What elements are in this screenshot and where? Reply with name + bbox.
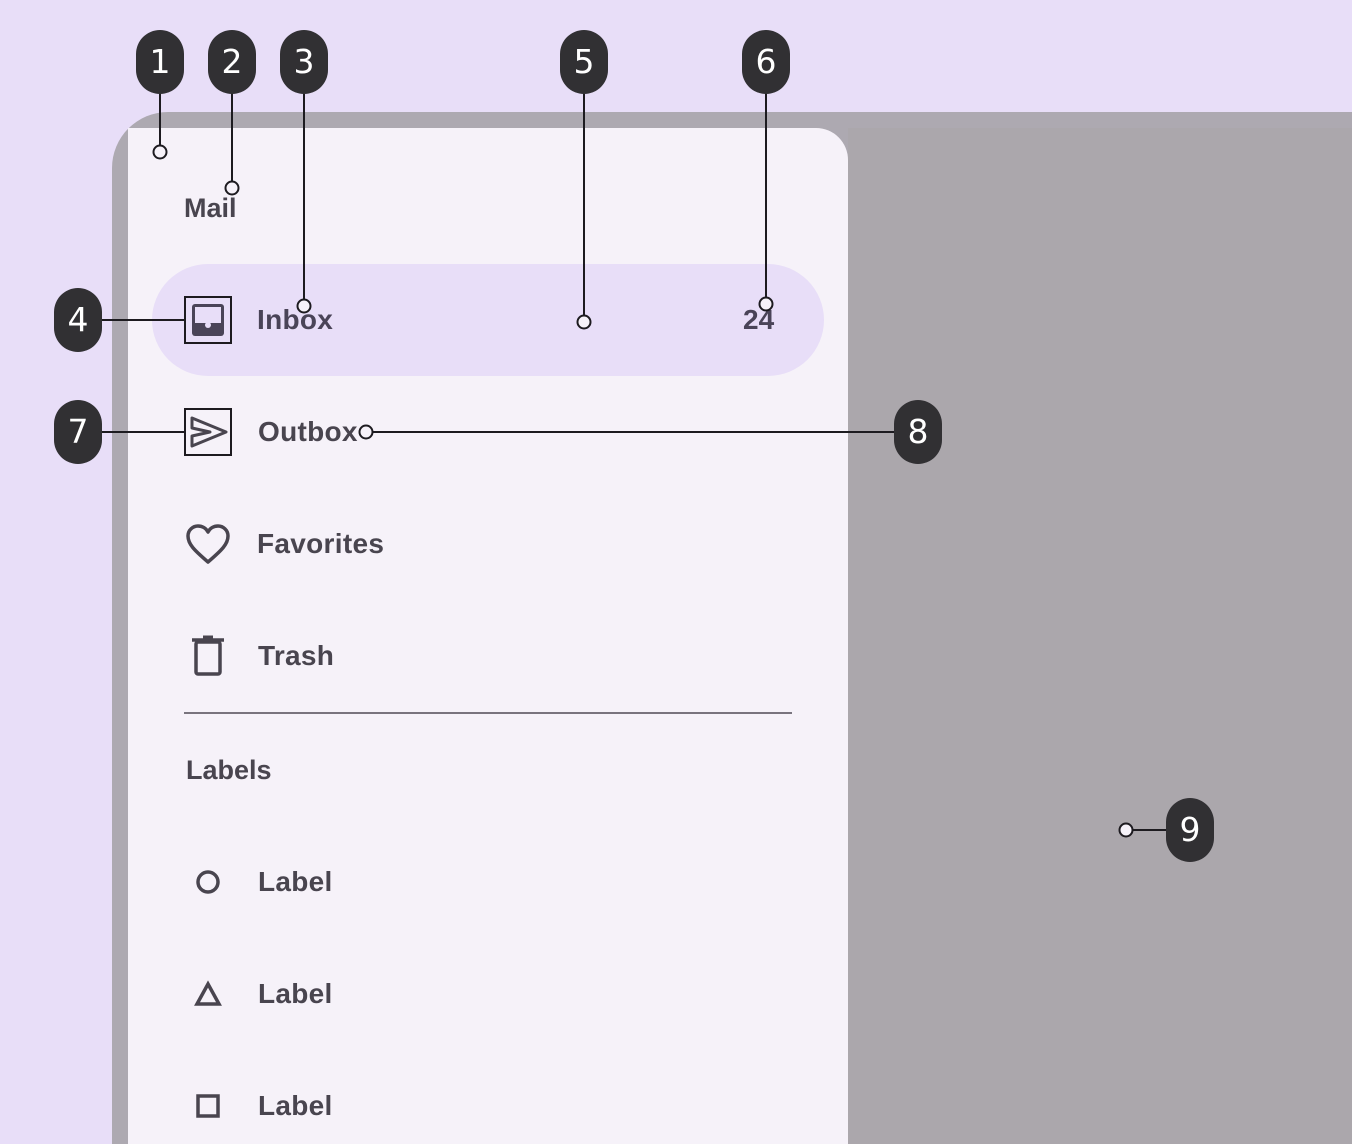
callout-4: 4	[54, 288, 102, 352]
callout-5: 5	[560, 30, 608, 94]
callout-2: 2	[208, 30, 256, 94]
callout-1: 1	[136, 30, 184, 94]
callout-9: 9	[1166, 798, 1214, 862]
annotation-lines	[100, 92, 1166, 838]
callout-3: 3	[280, 30, 328, 94]
callout-6: 6	[742, 30, 790, 94]
callout-7: 7	[54, 400, 102, 464]
callout-8: 8	[894, 400, 942, 464]
